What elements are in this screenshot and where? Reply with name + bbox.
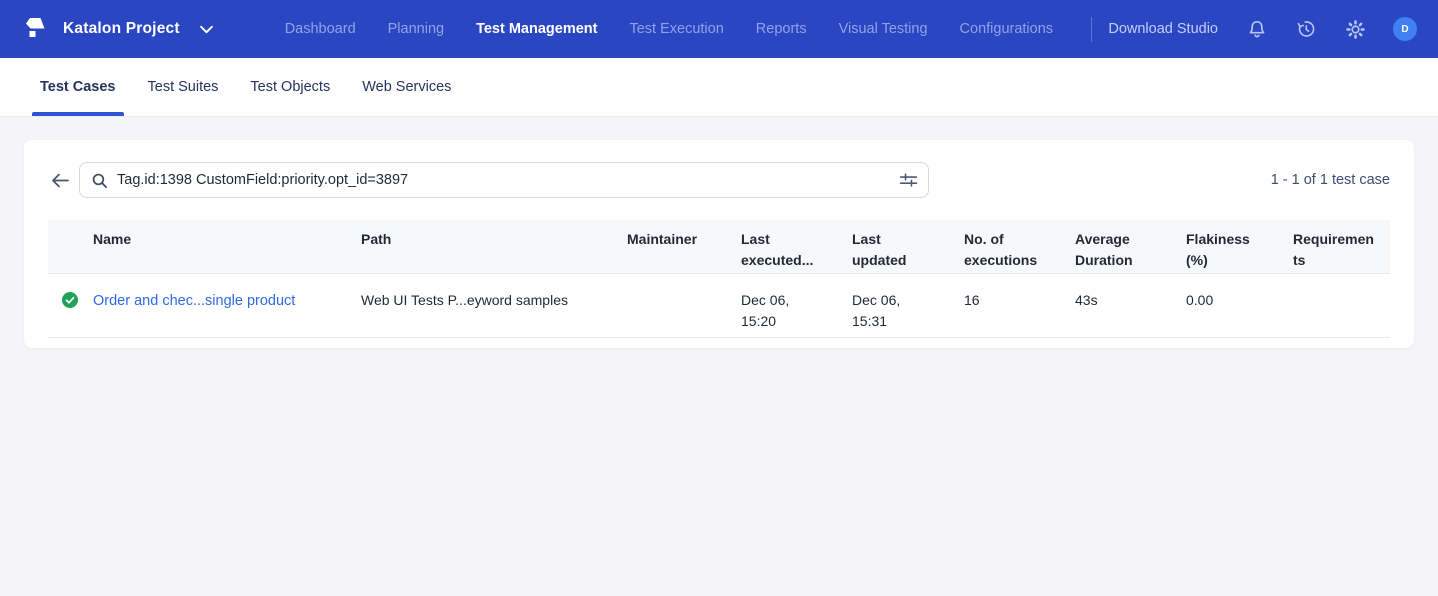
main-nav: Dashboard Planning Test Management Test … — [285, 21, 1053, 37]
filter-button[interactable] — [897, 170, 920, 190]
nav-item-test-management[interactable]: Test Management — [476, 21, 597, 37]
cell-requirements — [1293, 274, 1390, 338]
gear-icon[interactable] — [1345, 19, 1366, 40]
cell-name: Order and chec...single product — [93, 274, 361, 338]
col-header-last-executed[interactable]: Last executed... — [741, 220, 852, 274]
tab-test-objects[interactable]: Test Objects — [242, 58, 338, 116]
cell-last-executed: Dec 06, 15:20 — [741, 274, 852, 338]
col-header-executions[interactable]: No. of executions — [964, 220, 1075, 274]
cell-last-updated: Dec 06, 15:31 — [852, 274, 964, 338]
test-management-tabbar: Test Cases Test Suites Test Objects Web … — [0, 58, 1438, 117]
tab-web-services[interactable]: Web Services — [354, 58, 459, 116]
project-name[interactable]: Katalon Project — [63, 20, 180, 38]
nav-item-visual-testing[interactable]: Visual Testing — [839, 21, 928, 37]
test-cases-table: Name Path Maintainer Last executed... La… — [48, 220, 1390, 338]
cell-flakiness: 0.00 — [1186, 274, 1293, 338]
col-header-last-updated[interactable]: Last updated — [852, 220, 964, 274]
search-box[interactable] — [79, 162, 929, 198]
cell-maintainer — [627, 274, 741, 338]
table-row: Order and chec...single product Web UI T… — [48, 274, 1390, 338]
main-content: 1 - 1 of 1 test case Name Path Maintaine… — [0, 117, 1438, 371]
status-cell — [48, 274, 93, 338]
tab-test-cases[interactable]: Test Cases — [32, 58, 124, 116]
search-toolbar: 1 - 1 of 1 test case — [48, 162, 1390, 198]
col-header-flakiness[interactable]: Flakiness (%) — [1186, 220, 1293, 274]
test-case-link[interactable]: Order and chec...single product — [93, 293, 295, 309]
back-button[interactable] — [48, 168, 72, 192]
cell-avg-duration: 43s — [1075, 274, 1186, 338]
tab-test-suites[interactable]: Test Suites — [140, 58, 227, 116]
history-icon[interactable] — [1296, 19, 1316, 39]
search-icon — [91, 172, 108, 189]
cell-path: Web UI Tests P...eyword samples — [361, 274, 627, 338]
navbar-right-group: Download Studio — [1091, 17, 1417, 42]
top-navbar: Katalon Project Dashboard Planning Test … — [0, 0, 1438, 58]
chevron-down-icon[interactable] — [200, 25, 213, 34]
navbar-divider — [1091, 17, 1092, 42]
nav-item-planning[interactable]: Planning — [388, 21, 444, 37]
col-header-status — [48, 220, 93, 274]
download-studio-link[interactable]: Download Studio — [1108, 21, 1218, 37]
col-header-path[interactable]: Path — [361, 220, 627, 274]
nav-item-reports[interactable]: Reports — [756, 21, 807, 37]
col-header-requirements[interactable]: Requiremen ts — [1293, 220, 1390, 274]
bell-icon[interactable] — [1247, 19, 1267, 39]
filter-sliders-icon — [899, 172, 918, 188]
nav-item-test-execution[interactable]: Test Execution — [629, 21, 723, 37]
cell-executions: 16 — [964, 274, 1075, 338]
katalon-logo-icon[interactable] — [21, 14, 51, 44]
nav-item-configurations[interactable]: Configurations — [960, 21, 1054, 37]
col-header-avg-duration[interactable]: Average Duration — [1075, 220, 1186, 274]
check-circle-icon — [62, 292, 78, 308]
table-header-row: Name Path Maintainer Last executed... La… — [48, 220, 1390, 274]
col-header-maintainer[interactable]: Maintainer — [627, 220, 741, 274]
test-cases-card: 1 - 1 of 1 test case Name Path Maintaine… — [24, 140, 1414, 348]
col-header-name[interactable]: Name — [93, 220, 361, 274]
search-input[interactable] — [117, 172, 897, 188]
arrow-left-icon — [51, 173, 69, 188]
result-count: 1 - 1 of 1 test case — [1271, 172, 1390, 188]
nav-item-dashboard[interactable]: Dashboard — [285, 21, 356, 37]
user-avatar[interactable]: D — [1393, 17, 1417, 41]
